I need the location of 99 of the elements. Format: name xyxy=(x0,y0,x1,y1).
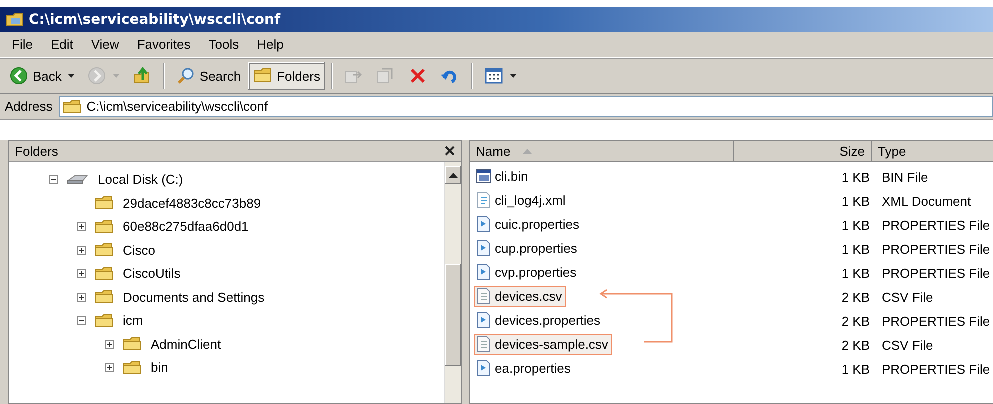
expand-icon[interactable] xyxy=(77,246,86,255)
scrollbar[interactable] xyxy=(444,162,461,403)
address-field[interactable]: C:\icm\serviceability\wsccli\conf xyxy=(58,96,993,117)
folder-name[interactable]: 60e88c275dfaa6d0d1 xyxy=(123,219,249,234)
expand-icon[interactable] xyxy=(77,222,86,232)
properties-file-icon xyxy=(476,216,492,233)
tree-row[interactable]: 29dacef4883c8cc73b89 xyxy=(77,192,444,215)
tree-row[interactable]: icm xyxy=(77,309,444,332)
file-name[interactable]: cli_log4j.xml xyxy=(495,193,566,208)
menu-item[interactable]: Help xyxy=(249,35,292,54)
window-title: C:\icm\serviceability\wsccli\conf xyxy=(29,12,281,28)
folders-button[interactable]: Folders xyxy=(248,62,326,90)
file-size: 2 KB xyxy=(840,338,870,352)
menu-item[interactable]: Favorites xyxy=(129,35,199,54)
folder-icon xyxy=(123,360,142,376)
file-type: PROPERTIES File xyxy=(881,242,990,256)
close-icon[interactable] xyxy=(445,146,455,156)
folder-icon xyxy=(95,289,114,306)
folder-icon xyxy=(95,242,114,258)
menu-item[interactable]: Tools xyxy=(200,35,248,54)
file-type: PROPERTIES File xyxy=(881,314,990,328)
file-type: CSV File xyxy=(881,290,934,304)
collapse-icon[interactable] xyxy=(49,175,58,184)
tree-row[interactable]: Documents and Settings xyxy=(77,286,444,309)
file-name[interactable]: devices.properties xyxy=(495,313,600,328)
file-type: PROPERTIES File xyxy=(881,218,990,232)
file-size: 1 KB xyxy=(840,362,870,376)
tree-row[interactable]: CiscoUtils xyxy=(77,262,444,286)
file-size: 1 KB xyxy=(840,242,870,256)
properties-file-icon xyxy=(476,312,492,329)
csv-file-icon xyxy=(476,288,492,305)
file-type: CSV File xyxy=(881,338,934,352)
up-folder-icon xyxy=(132,66,152,86)
expand-icon[interactable] xyxy=(105,340,114,349)
tree-row[interactable]: Local Disk (C:) xyxy=(49,168,444,192)
folder-icon xyxy=(123,336,142,352)
file-type: PROPERTIES File xyxy=(881,266,990,280)
properties-file-icon xyxy=(476,360,492,377)
folder-name[interactable]: icm xyxy=(123,313,144,328)
folder-name[interactable]: bin xyxy=(151,360,168,376)
folder-name[interactable]: CiscoUtils xyxy=(123,266,181,282)
file-type: PROPERTIES File xyxy=(881,362,990,376)
expand-icon[interactable] xyxy=(77,292,86,302)
csv-file-icon xyxy=(476,336,492,353)
views-icon xyxy=(484,66,504,86)
file-size: 2 KB xyxy=(840,290,870,304)
folder-icon xyxy=(62,98,82,114)
caret-icon xyxy=(68,74,75,78)
file-name[interactable]: cvp.properties xyxy=(495,265,577,280)
file-name[interactable]: cup.properties xyxy=(495,241,578,256)
folder-name[interactable]: 29dacef4883c8cc73b89 xyxy=(123,196,262,211)
scroll-up-button[interactable] xyxy=(445,166,461,184)
file-name[interactable]: devices.csv xyxy=(495,289,562,304)
binary-file-icon xyxy=(476,168,492,185)
tree-row[interactable]: bin xyxy=(105,356,444,380)
file-name[interactable]: devices-sample.csv xyxy=(495,337,608,352)
column-header[interactable]: Size xyxy=(734,141,872,161)
menu-item[interactable]: View xyxy=(83,35,128,54)
file-size: 1 KB xyxy=(840,266,870,280)
expand-icon[interactable] xyxy=(77,269,86,278)
folder-icon xyxy=(95,266,114,282)
file-name[interactable]: cuic.properties xyxy=(495,217,580,232)
file-type: BIN File xyxy=(881,170,928,184)
folder-icon xyxy=(6,12,24,28)
folder-icon xyxy=(95,218,114,235)
tree-row[interactable]: AdminClient xyxy=(105,332,444,356)
up-triangle-icon xyxy=(448,172,458,178)
search-button[interactable]: Search xyxy=(170,62,246,90)
folder-icon xyxy=(95,312,114,329)
caret-icon xyxy=(112,74,120,78)
tree-row[interactable]: Cisco xyxy=(77,238,444,262)
drive-icon xyxy=(67,174,89,186)
file-name[interactable]: ea.properties xyxy=(495,361,571,376)
file-size: 2 KB xyxy=(840,314,870,328)
tree-row[interactable]: 60e88c275dfaa6d0d1 xyxy=(77,215,444,238)
caret-icon xyxy=(510,74,518,78)
properties-file-icon xyxy=(476,264,492,281)
folder-name[interactable]: Cisco xyxy=(123,242,156,258)
file-size: 1 KB xyxy=(840,170,870,184)
search-icon xyxy=(176,66,196,86)
column-header[interactable]: Type xyxy=(872,141,993,161)
file-type: XML Document xyxy=(881,194,972,208)
pane-title: Folders xyxy=(15,144,58,158)
address-label: Address xyxy=(5,99,53,114)
menu-item[interactable]: Edit xyxy=(42,35,82,54)
collapse-icon[interactable] xyxy=(77,316,86,326)
menu-item[interactable]: File xyxy=(4,35,41,54)
back-button[interactable]: Back xyxy=(4,62,80,90)
folder-name[interactable]: Local Disk (C:) xyxy=(98,172,184,188)
column-header[interactable]: Name xyxy=(470,141,734,161)
folder-name[interactable]: AdminClient xyxy=(151,336,222,352)
file-size: 1 KB xyxy=(840,194,870,208)
file-name[interactable]: cli.bin xyxy=(495,169,528,184)
properties-file-icon xyxy=(476,240,492,257)
file-size: 1 KB xyxy=(840,218,870,232)
folder-icon xyxy=(95,195,114,212)
expand-icon[interactable] xyxy=(105,363,114,372)
xml-file-icon xyxy=(476,192,492,209)
folder-name[interactable]: Documents and Settings xyxy=(123,290,265,305)
